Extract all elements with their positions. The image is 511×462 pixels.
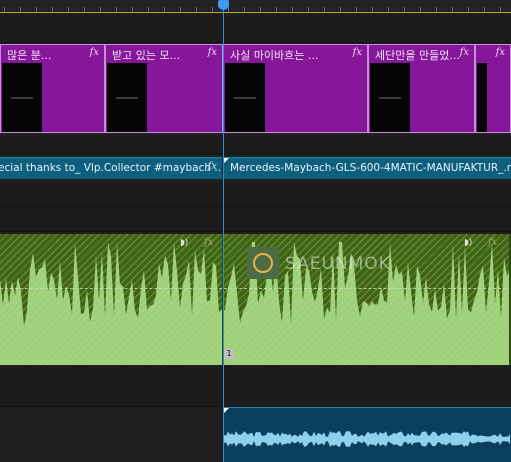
clip-label: 받고 있는 모... <box>112 49 181 62</box>
title-clip[interactable]: fx <box>475 44 511 133</box>
playhead-line[interactable] <box>223 6 224 462</box>
playhead-handle[interactable] <box>218 0 229 10</box>
clip-marker[interactable]: 1 <box>224 349 234 359</box>
watermark-text: SAEUNMOK <box>285 254 391 274</box>
clip-thumbnail <box>477 63 487 132</box>
title-clip[interactable]: 세단만을 만들었... fx <box>368 44 475 133</box>
clip-thumbnail <box>2 63 42 132</box>
work-area-bar[interactable] <box>0 12 511 13</box>
track-lane-gap[interactable] <box>0 135 511 154</box>
track-lane-a2[interactable] <box>0 366 511 407</box>
waveform-shape <box>224 431 510 447</box>
clip-label: Mercedes-Maybach-GLS-600-4MATIC-MANUFAKT… <box>230 162 511 174</box>
fx-badge[interactable]: fx <box>496 47 505 58</box>
clip-thumbnail <box>225 63 265 132</box>
watermark-logo <box>247 247 279 279</box>
title-clip[interactable]: 받고 있는 모... fx <box>105 44 223 133</box>
clip-thumbnail <box>370 63 410 132</box>
clip-thumbnail <box>107 63 147 132</box>
fx-badge[interactable]: fx <box>208 47 217 58</box>
title-clip[interactable]: 사실 마이바흐는 ... fx <box>223 44 368 133</box>
fx-badge[interactable]: fx <box>208 161 217 172</box>
clip-label: ecial thanks to_ Vlp.Collector #maybach … <box>0 162 222 174</box>
fx-badge[interactable]: fx <box>353 47 362 58</box>
fx-badge[interactable]: fx <box>460 47 469 58</box>
clip-start-marker <box>224 408 229 413</box>
clip-label: 세단만을 만들었... <box>375 49 460 62</box>
clip-label: 많은 분... <box>7 49 52 62</box>
fx-badge[interactable]: fx <box>488 237 497 248</box>
track-lane-v1[interactable] <box>0 182 511 207</box>
speaker-icon: ◗) <box>464 238 473 248</box>
track-lane-empty-top[interactable] <box>0 14 511 43</box>
fx-badge[interactable]: fx <box>204 237 213 248</box>
clip-start-marker <box>224 158 229 163</box>
track-lane-a0[interactable] <box>0 207 511 232</box>
volume-rubber-band[interactable] <box>0 288 511 289</box>
clip-label: 사실 마이바흐는 ... <box>230 49 319 62</box>
video-clip[interactable]: Mercedes-Maybach-GLS-600-4MATIC-MANUFAKT… <box>224 157 511 179</box>
title-clip[interactable]: 많은 분... fx <box>0 44 105 133</box>
video-clip[interactable]: ecial thanks to_ Vlp.Collector #maybach … <box>0 157 222 179</box>
fx-badge[interactable]: fx <box>90 47 99 58</box>
speaker-icon: ◗) <box>180 238 189 248</box>
audio-waveform <box>224 431 510 447</box>
